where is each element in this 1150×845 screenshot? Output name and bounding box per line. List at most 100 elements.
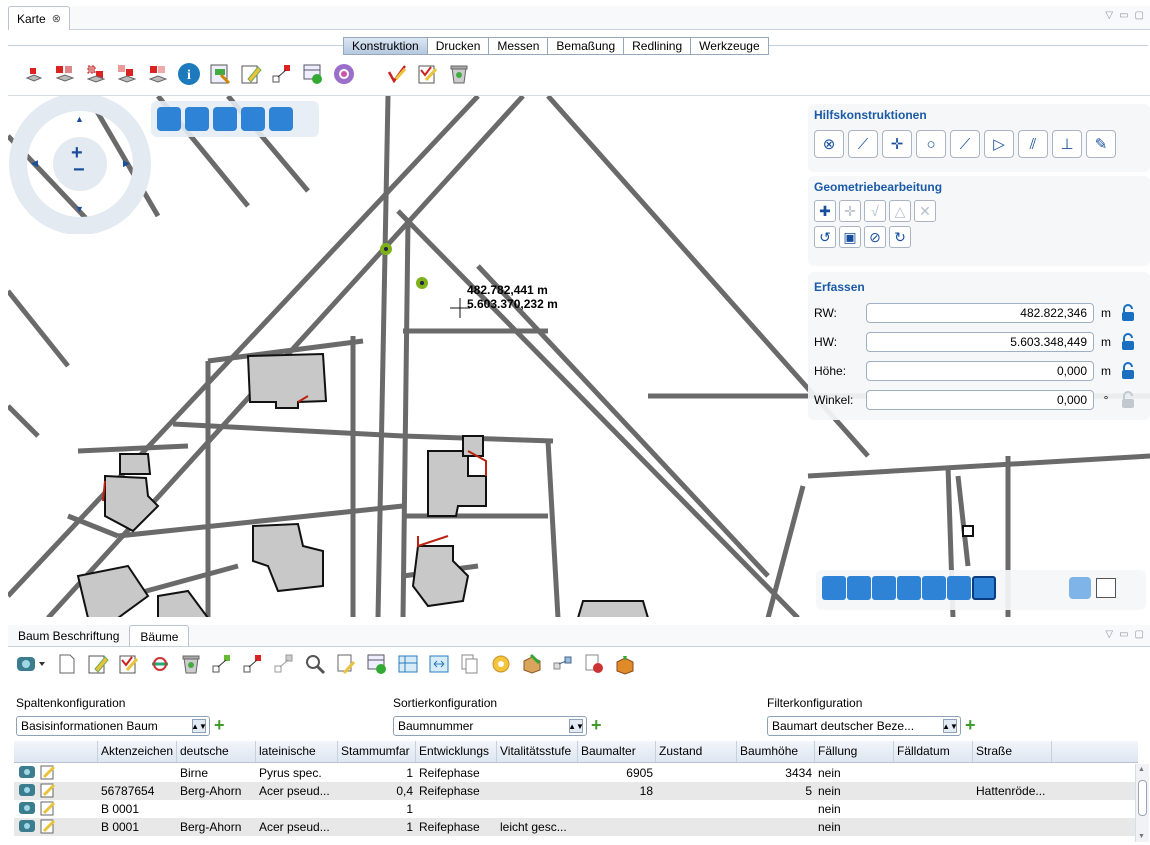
check-edit-icon[interactable] <box>385 62 409 86</box>
point-tool-icon[interactable]: ✛ <box>882 130 912 158</box>
layer-select-icon[interactable] <box>53 62 77 86</box>
maximize-icon[interactable]: ▢ <box>1135 10 1144 21</box>
spalten-combo[interactable]: Basisinformationen Baum ▲▼ <box>16 716 210 736</box>
add-vertex-icon[interactable]: ✚ <box>814 200 836 222</box>
minimize-icon[interactable]: ▭ <box>1119 10 1128 21</box>
locate-icon[interactable] <box>148 652 172 676</box>
zoom-previous-icon[interactable] <box>269 107 293 131</box>
export-table-icon[interactable] <box>396 652 420 676</box>
tab-baum-beschriftung[interactable]: Baum Beschriftung <box>8 625 129 646</box>
col-lateinische[interactable]: lateinische <box>256 741 338 762</box>
search-icon[interactable] <box>303 652 327 676</box>
settings-star-icon[interactable] <box>489 652 513 676</box>
transform-red-icon[interactable] <box>241 652 265 676</box>
spalten-add-icon[interactable]: + <box>214 716 228 734</box>
filter-edit-icon[interactable] <box>334 652 358 676</box>
snap-line-icon[interactable] <box>822 576 846 600</box>
hoehe-field[interactable] <box>866 361 1094 381</box>
sortier-add-icon[interactable]: + <box>591 716 605 734</box>
bottom-minimize-icon[interactable]: ▭ <box>1119 629 1128 640</box>
angle-tool-icon[interactable]: ⟋ <box>950 130 980 158</box>
sortier-combo[interactable]: Baumnummer ▲▼ <box>393 716 587 736</box>
transform-icon[interactable] <box>270 62 294 86</box>
col-actions[interactable] <box>14 741 98 762</box>
bottom-maximize-icon[interactable]: ▢ <box>1135 629 1144 640</box>
package-icon[interactable] <box>613 652 637 676</box>
close-icon[interactable]: ⊗ <box>52 12 61 25</box>
table-scrollbar[interactable]: ▲ ▼ <box>1135 764 1149 842</box>
hoehe-lock-icon[interactable] <box>1120 362 1136 380</box>
layer-copy-icon[interactable] <box>115 62 139 86</box>
col-zustand[interactable]: Zustand <box>656 741 737 762</box>
layer-move-icon[interactable] <box>84 62 108 86</box>
perpendicular-tool-icon[interactable]: ⊥ <box>1052 130 1082 158</box>
snap-perpendicular-icon[interactable] <box>897 576 921 600</box>
spalten-dropdown-icon[interactable]: ▲▼ <box>191 719 207 733</box>
col-baumhoehe[interactable]: Baumhöhe <box>737 741 815 762</box>
sortier-dropdown-icon[interactable]: ▲▼ <box>568 719 584 733</box>
view-menu-icon[interactable]: ▽ <box>1105 10 1113 21</box>
pan-up-icon[interactable]: ▲ <box>75 114 84 124</box>
layer-delete-icon[interactable] <box>146 62 170 86</box>
tab-bemassung[interactable]: Bemaßung <box>548 37 625 55</box>
triangle-tool-icon[interactable]: ▷ <box>984 130 1014 158</box>
row-actions-icon[interactable] <box>17 800 61 816</box>
row-actions-icon[interactable] <box>17 818 61 834</box>
tab-baeume[interactable]: Bäume <box>129 625 190 646</box>
table-row[interactable]: B 0001 Berg-Ahorn Acer pseud... 1 Reifephase… <box>14 818 1138 836</box>
scroll-up-icon[interactable]: ▲ <box>1138 766 1145 773</box>
col-stammumfang[interactable]: Stammumfar <box>338 741 416 762</box>
view-dropdown-icon[interactable] <box>14 652 48 676</box>
scroll-thumb[interactable] <box>1138 780 1147 816</box>
snap-confirm-icon[interactable] <box>1069 577 1091 599</box>
col-entwicklung[interactable]: Entwicklungs <box>416 741 497 762</box>
snap-box-icon[interactable] <box>972 576 996 600</box>
transform-gray-icon[interactable] <box>272 652 296 676</box>
line-dashed-tool-icon[interactable]: ⟋ <box>848 130 878 158</box>
snap-intersect-icon[interactable] <box>847 576 871 600</box>
edit-pencil-icon[interactable] <box>239 62 263 86</box>
redo-icon[interactable]: ↻ <box>889 226 911 248</box>
table-attribute-icon[interactable] <box>208 62 232 86</box>
table-row[interactable]: Birne Pyrus spec. 1 Reifephase 6905 3434 nein <box>14 764 1138 782</box>
layer-new-icon[interactable] <box>22 62 46 86</box>
view-tab-karte[interactable]: Karte ⊗ <box>8 6 70 30</box>
fit-columns-icon[interactable] <box>427 652 451 676</box>
transfer-icon[interactable] <box>551 652 575 676</box>
zoom-extent-icon[interactable] <box>157 107 181 131</box>
snap-tool-icon[interactable]: ✎ <box>1086 130 1116 158</box>
edit-record-icon[interactable] <box>86 652 110 676</box>
parallel-tool-icon[interactable]: ⫽ <box>1018 130 1048 158</box>
export-record-icon[interactable] <box>582 652 606 676</box>
tab-messen[interactable]: Messen <box>489 37 549 55</box>
scroll-down-icon[interactable]: ▼ <box>1138 833 1145 840</box>
zoom-in-box-icon[interactable] <box>185 107 209 131</box>
table-refresh-icon[interactable] <box>301 62 325 86</box>
tab-redlining[interactable]: Redlining <box>624 37 692 55</box>
cancel-icon[interactable]: ⊘ <box>864 226 886 248</box>
table-row[interactable]: 56787654 Berg-Ahorn Acer pseud... 0,4 Reifep… <box>14 782 1138 800</box>
circle-tool-icon[interactable]: ○ <box>916 130 946 158</box>
delete-record-icon[interactable] <box>179 652 203 676</box>
hw-field[interactable] <box>866 332 1094 352</box>
tab-drucken[interactable]: Drucken <box>427 37 490 55</box>
winkel-field[interactable] <box>866 390 1094 410</box>
edit-doc-icon[interactable] <box>416 62 440 86</box>
pan-right-icon[interactable]: ▶ <box>123 158 130 169</box>
pan-down-icon[interactable]: ▼ <box>75 204 84 214</box>
snap-settings-icon[interactable] <box>1096 578 1116 598</box>
zoom-out-box-icon[interactable] <box>213 107 237 131</box>
filter-add-icon[interactable]: + <box>965 716 979 734</box>
table-reload-icon[interactable] <box>365 652 389 676</box>
import-box-icon[interactable] <box>520 652 544 676</box>
tab-konstruktion[interactable]: Konstruktion <box>343 37 428 55</box>
col-strasse[interactable]: Straße <box>973 741 1052 762</box>
edit-check-icon[interactable] <box>117 652 141 676</box>
copy-icon[interactable] <box>458 652 482 676</box>
zoom-layer-icon[interactable] <box>241 107 265 131</box>
rw-lock-icon[interactable] <box>1120 304 1136 322</box>
row-actions-icon[interactable] <box>17 782 61 798</box>
filter-combo[interactable]: Baumart deutscher Beze... ▲▼ <box>767 716 961 736</box>
info-icon[interactable]: i <box>177 62 201 86</box>
bottom-view-menu-icon[interactable]: ▽ <box>1105 629 1113 640</box>
